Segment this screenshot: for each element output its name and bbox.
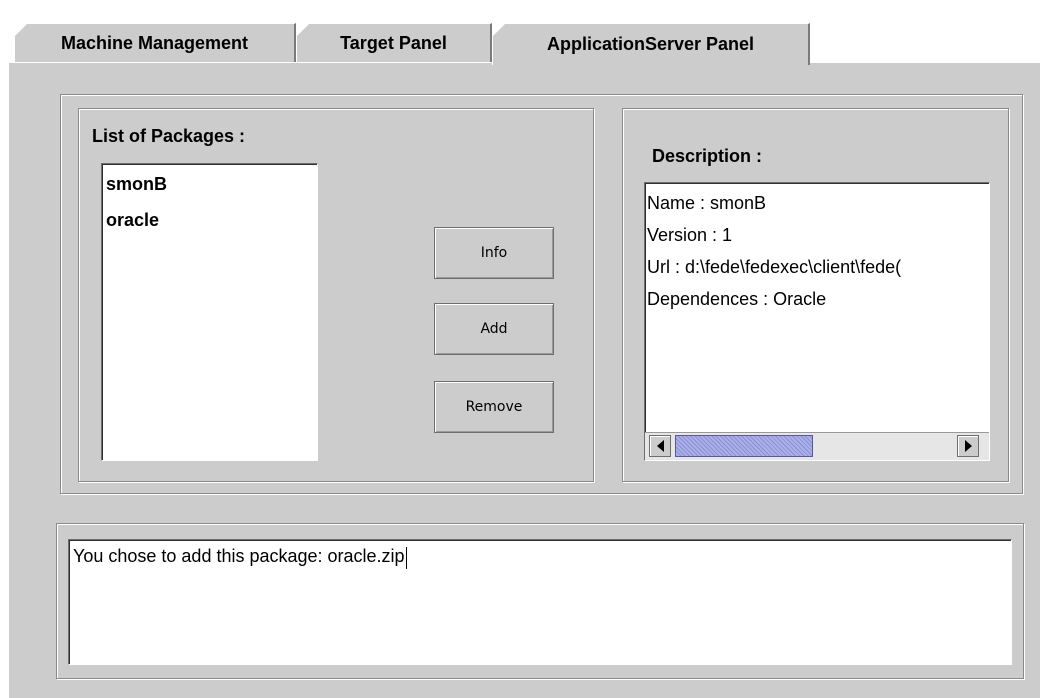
scroll-thumb[interactable]: [675, 435, 813, 457]
description-version: Version : 1: [647, 225, 733, 245]
packages-title: List of Packages :: [92, 126, 246, 146]
add-button[interactable]: Add: [434, 303, 554, 355]
tab-machine-management[interactable]: Machine Management: [14, 23, 296, 63]
triangle-right-icon: [964, 440, 972, 452]
panel-top-edge: [8, 62, 492, 63]
scroll-left-button[interactable]: [649, 435, 671, 457]
description-name: Name : smonB: [647, 193, 767, 213]
list-item[interactable]: smonB: [106, 174, 167, 195]
remove-button[interactable]: Remove: [434, 381, 554, 433]
info-button[interactable]: Info: [434, 227, 554, 279]
panel-top-edge-right: [810, 62, 1040, 63]
description-dependences: Dependences : Oracle: [647, 289, 827, 309]
description-url: Url : d:\fede\fedexec\client\fede(: [647, 257, 902, 277]
output-text: You chose to add this package: oracle.zi…: [73, 546, 405, 566]
description-content: Name : smonB Version : 1 Url : d:\fede\f…: [647, 187, 901, 315]
horizontal-scrollbar[interactable]: [645, 432, 989, 460]
text-cursor: [405, 546, 407, 569]
tab-applicationserver-panel[interactable]: ApplicationServer Panel: [492, 23, 810, 65]
scroll-right-button[interactable]: [957, 435, 979, 457]
triangle-left-icon: [656, 440, 664, 452]
packages-list[interactable]: smonB oracle: [101, 163, 318, 461]
description-title: Description :: [652, 146, 763, 166]
output-textarea[interactable]: You chose to add this package: oracle.zi…: [68, 539, 1012, 665]
description-textarea[interactable]: Name : smonB Version : 1 Url : d:\fede\f…: [644, 182, 990, 461]
list-item[interactable]: oracle: [106, 210, 159, 231]
tab-target-panel[interactable]: Target Panel: [296, 23, 492, 63]
